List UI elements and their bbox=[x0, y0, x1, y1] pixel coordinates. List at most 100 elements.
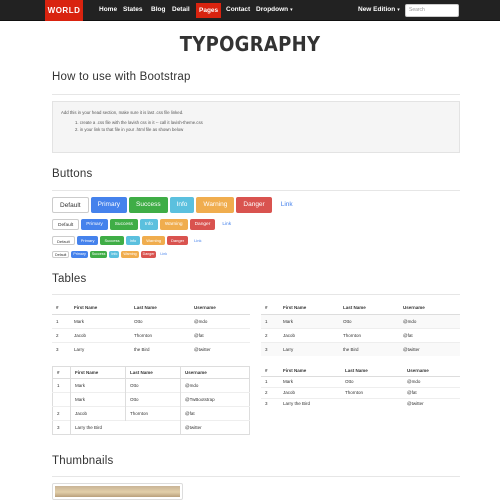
table-cell: Thornton bbox=[339, 327, 399, 342]
divider bbox=[52, 476, 460, 477]
info-button[interactable]: Info bbox=[169, 197, 195, 213]
table-cell: Mark bbox=[70, 313, 130, 328]
table-cell: Otto bbox=[130, 313, 190, 328]
button-row-small: Default Primary Success Info Warning Dan… bbox=[52, 236, 205, 245]
default-button[interactable]: Default bbox=[52, 251, 70, 258]
section-heading-buttons: Buttons bbox=[52, 168, 93, 180]
table-cell: @mdo bbox=[190, 313, 250, 328]
nav-item-blog[interactable]: Blog bbox=[151, 0, 165, 21]
nav-item-pages[interactable]: Pages bbox=[196, 3, 222, 18]
primary-button[interactable]: Primary bbox=[90, 197, 127, 213]
bordered-table: # First Name Last Name Username 1 Mark O… bbox=[52, 366, 250, 435]
success-button[interactable]: Success bbox=[129, 197, 168, 213]
nav-item-detail[interactable]: Detail bbox=[172, 0, 190, 21]
table-cell: @mdo bbox=[403, 375, 460, 387]
warning-button[interactable]: Warning bbox=[159, 219, 188, 230]
table-cell: Mark bbox=[70, 378, 126, 393]
primary-button[interactable]: Primary bbox=[81, 219, 108, 230]
section-heading-bootstrap: How to use with Bootstrap bbox=[52, 71, 191, 83]
link-button[interactable]: Link bbox=[190, 236, 205, 245]
brand-logo[interactable]: WORLD bbox=[45, 0, 83, 21]
nav-item-states[interactable]: States bbox=[123, 0, 143, 21]
table-row: 3 Larry the Bird @twitter bbox=[52, 420, 250, 435]
table-cell: @TwBootstrap bbox=[180, 392, 250, 407]
table-cell: @fat bbox=[403, 386, 460, 398]
button-row-default: Default Primary Success Info Warning Dan… bbox=[52, 219, 236, 230]
column-header: # bbox=[261, 302, 279, 315]
instructions-well: Add this in your head section, make sure… bbox=[52, 101, 460, 153]
table-cell bbox=[52, 392, 71, 407]
table-cell: 1 bbox=[52, 313, 70, 328]
success-button[interactable]: Success bbox=[89, 251, 108, 258]
thumbnail-image bbox=[55, 486, 180, 497]
warning-button[interactable]: Warning bbox=[196, 197, 235, 213]
nav-item-dropdown[interactable]: Dropdown ▾ bbox=[256, 0, 293, 21]
link-button[interactable]: Link bbox=[158, 251, 169, 258]
table-cell: @fat bbox=[180, 406, 250, 421]
table-row: 3 Larry the Bird @twitter bbox=[261, 397, 460, 409]
info-button[interactable]: Info bbox=[139, 219, 158, 230]
table-cell: @twitter bbox=[403, 397, 460, 409]
table-row: 1 Mark Otto @mdo bbox=[52, 378, 250, 393]
danger-button[interactable]: Danger bbox=[236, 197, 272, 213]
default-button[interactable]: Default bbox=[52, 219, 80, 230]
caret-down-icon: ▾ bbox=[397, 7, 400, 13]
table-cell: @fat bbox=[190, 327, 250, 342]
table-cell: Otto bbox=[341, 375, 403, 387]
column-header: First Name bbox=[70, 366, 126, 379]
column-header: # bbox=[261, 366, 279, 377]
column-header: Username bbox=[399, 302, 460, 315]
column-header: First Name bbox=[279, 366, 341, 377]
column-header: Username bbox=[403, 366, 460, 377]
link-button[interactable]: Link bbox=[217, 219, 236, 230]
danger-button[interactable]: Danger bbox=[189, 219, 216, 230]
primary-button[interactable]: Primary bbox=[71, 251, 88, 258]
column-header: Username bbox=[180, 366, 250, 379]
table-header-row: # First Name Last Name Username bbox=[52, 366, 250, 379]
section-heading-thumbnails: Thumbnails bbox=[52, 455, 114, 467]
table-cell: @mdo bbox=[180, 378, 250, 393]
default-button[interactable]: Default bbox=[52, 197, 89, 213]
default-button[interactable]: Default bbox=[52, 236, 75, 245]
new-edition-label: New Edition bbox=[358, 6, 396, 13]
danger-button[interactable]: Danger bbox=[140, 251, 157, 258]
info-button[interactable]: Info bbox=[109, 251, 120, 258]
success-button[interactable]: Success bbox=[109, 219, 138, 230]
table-cell: @mdo bbox=[399, 313, 460, 328]
success-button[interactable]: Success bbox=[100, 236, 124, 245]
table-row: Mark Otto @TwBootstrap bbox=[52, 392, 250, 407]
striped-table: # First Name Last Name Username 1 Mark O… bbox=[261, 302, 460, 356]
table-header-row: # First Name Last Name Username bbox=[52, 302, 250, 315]
table-cell: Otto bbox=[339, 313, 399, 328]
warning-button[interactable]: Warning bbox=[142, 236, 166, 245]
nav-item-new-edition[interactable]: New Edition ▾ bbox=[358, 0, 400, 21]
section-heading-tables: Tables bbox=[52, 273, 87, 285]
table-cell: 3 bbox=[261, 341, 279, 356]
table-cell: Jacob bbox=[70, 327, 130, 342]
table-row: 2 Jacob Thornton @fat bbox=[52, 327, 250, 342]
table-cell: 3 bbox=[52, 341, 70, 356]
table-cell: 2 bbox=[261, 327, 279, 342]
search-input[interactable]: Search bbox=[405, 4, 459, 17]
table-cell: Otto bbox=[125, 378, 181, 393]
table-row: 1 Mark Otto @mdo bbox=[52, 313, 250, 328]
nav-item-contact[interactable]: Contact bbox=[226, 0, 250, 21]
danger-button[interactable]: Danger bbox=[167, 236, 189, 245]
table-cell: 1 bbox=[261, 375, 279, 387]
nav-item-home[interactable]: Home bbox=[99, 0, 117, 21]
table-cell: @twitter bbox=[180, 420, 250, 435]
table-cell: Jacob bbox=[70, 406, 126, 421]
link-button[interactable]: Link bbox=[274, 197, 300, 213]
well-step: 1. create a .css file with the lavish cs… bbox=[75, 120, 203, 125]
column-header: Last Name bbox=[130, 302, 190, 315]
primary-button[interactable]: Primary bbox=[76, 236, 99, 245]
navbar: WORLD Home States Blog Detail Pages Cont… bbox=[0, 0, 500, 21]
thumbnail[interactable] bbox=[52, 483, 183, 500]
column-header: Last Name bbox=[341, 366, 403, 377]
table-cell: Larry bbox=[279, 341, 339, 356]
table-header-row: # First Name Last Name Username bbox=[261, 366, 460, 377]
table-cell: Thornton bbox=[125, 406, 181, 421]
info-button[interactable]: Info bbox=[125, 236, 141, 245]
warning-button[interactable]: Warning bbox=[121, 251, 139, 258]
table-cell: Jacob bbox=[279, 386, 341, 398]
